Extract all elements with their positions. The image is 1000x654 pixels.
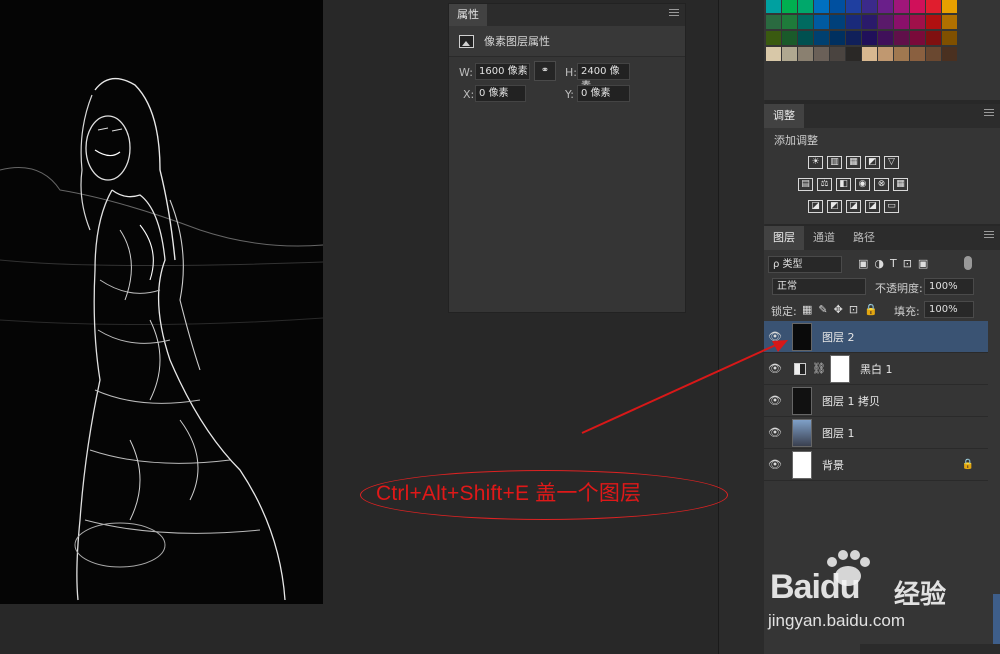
scrollbar[interactable]: [993, 594, 1000, 644]
watermark-url: jingyan.baidu.com: [768, 611, 906, 630]
watermark-logo-cn: 经验: [894, 580, 947, 610]
layers-footer-toolbar: [860, 644, 1000, 654]
annotation-text: Ctrl+Alt+Shift+E 盖一个图层: [376, 482, 642, 505]
watermark-logo: Baidu: [770, 568, 860, 606]
